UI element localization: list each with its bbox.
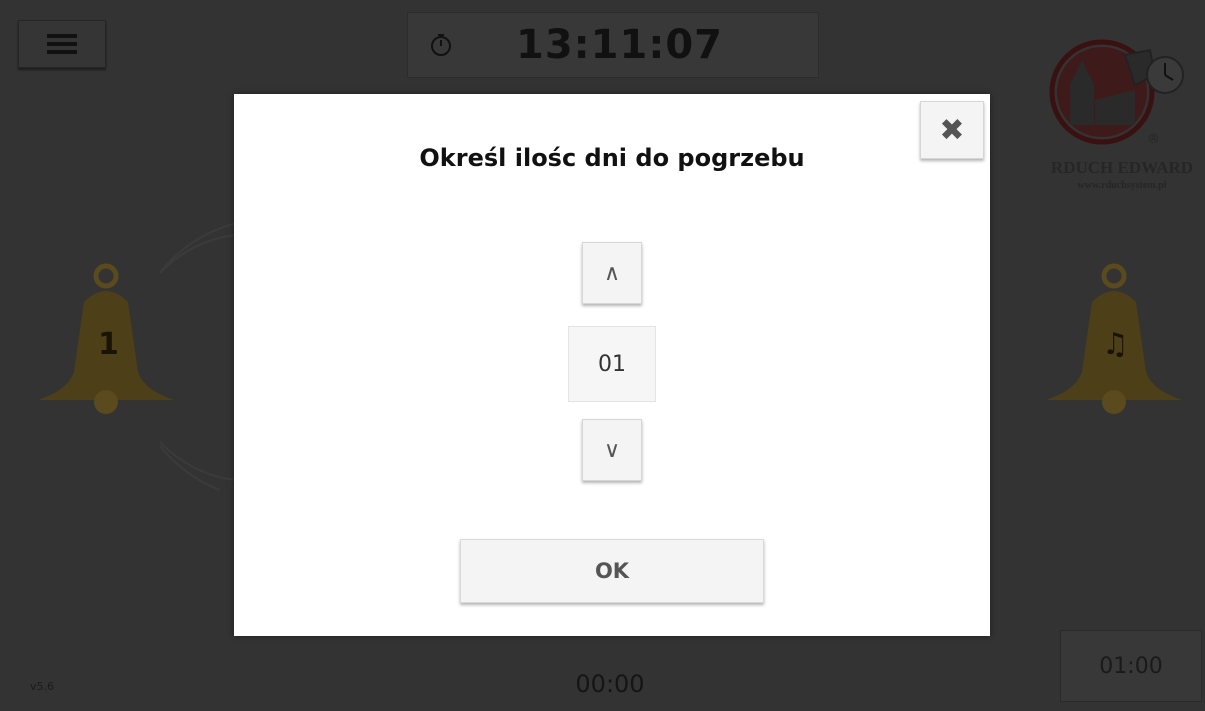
stopwatch-icon [431,34,451,56]
bell-1-button[interactable]: 1 [34,262,178,422]
close-button[interactable]: ✖ [920,101,984,159]
hamburger-icon [47,34,77,54]
increment-button[interactable]: ∧ [582,242,642,304]
chevron-up-icon: ∧ [603,260,621,286]
ok-label: OK [594,559,630,583]
duration-label: 01:00 [1099,653,1163,679]
clock-time: 13:11:07 [516,22,723,68]
ok-button[interactable]: OK [460,539,764,603]
bell-icon: 1 [38,263,174,414]
bell-melody-label: ♫ [1102,327,1129,362]
duration-button[interactable]: 01:00 [1060,630,1202,702]
version-label: v5.6 [30,680,55,693]
dialog-title: Określ ilośc dni do pogrzebu [419,144,805,172]
clock-display: 13:11:07 [407,12,819,78]
bell-melody-button[interactable]: ♫ [1042,262,1186,422]
days-dialog: Określ ilośc dni do pogrzebu ✖ ∧ 01 ∨ OK [234,94,990,636]
menu-button[interactable] [18,20,106,68]
bell-icon: ♫ [1046,263,1182,414]
bottom-timer: 00:00 [575,670,645,698]
registered-mark: ® [1147,132,1160,147]
bell-1-label: 1 [98,327,119,362]
close-icon: ✖ [939,112,965,148]
days-value: 01 [568,326,656,402]
logo-url: www.rduchsystem.pl [1077,180,1167,191]
decrement-button[interactable]: ∨ [582,419,642,481]
chevron-down-icon: ∨ [603,437,621,463]
logo-name: RDUCH EDWARD [1050,158,1194,177]
app-background: 13:11:07 ® RDUCH EDWARD www.rduchsystem.… [0,0,1205,711]
